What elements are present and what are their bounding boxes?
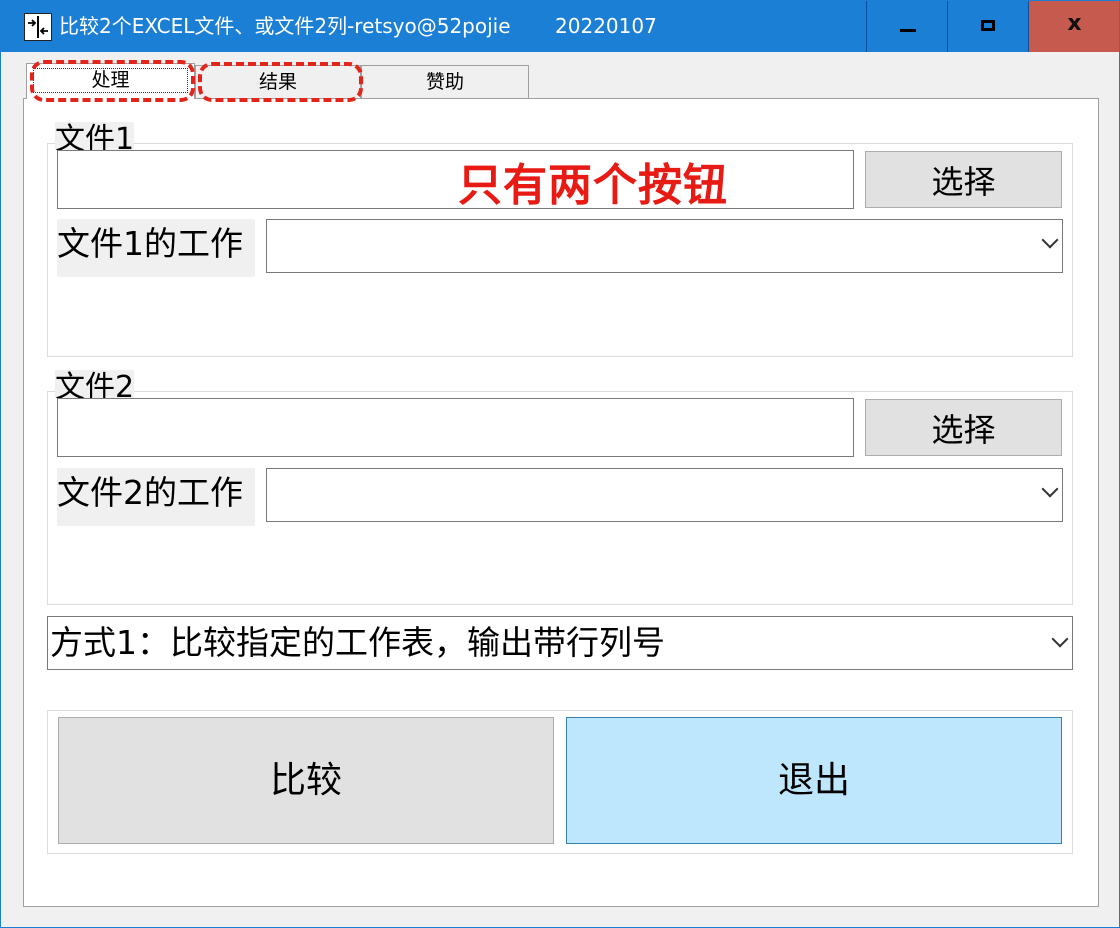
file2-sheet-label: 文件2的工作表 xyxy=(57,468,255,526)
window-title: 比较2个EXCEL文件、或文件2列-retsyo@52pojie 2022010… xyxy=(59,14,657,38)
chevron-down-icon xyxy=(1051,630,1069,648)
app-window: 比较2个EXCEL文件、或文件2列-retsyo@52pojie 2022010… xyxy=(0,0,1120,928)
close-button[interactable]: x xyxy=(1028,1,1119,52)
file1-sheet-label: 文件1的工作表 xyxy=(57,219,255,277)
compare-mode-select[interactable]: 方式1：比较指定的工作表，输出带行列号 xyxy=(47,616,1073,670)
chevron-down-icon xyxy=(1041,480,1059,498)
file1-select-button[interactable]: 选择 xyxy=(865,151,1062,208)
maximize-button[interactable] xyxy=(947,1,1028,52)
file1-path-input[interactable] xyxy=(57,150,854,209)
close-icon: x xyxy=(1067,11,1082,36)
minimize-icon xyxy=(900,29,916,32)
file1-group-label: 文件1 xyxy=(55,122,135,150)
tab-result-label: 结果 xyxy=(258,71,297,93)
tab-focus-ring xyxy=(33,68,188,93)
tab-process[interactable]: 处理 xyxy=(26,63,195,99)
maximize-icon xyxy=(981,20,995,31)
file2-sheet-select[interactable] xyxy=(266,468,1063,522)
minimize-button[interactable] xyxy=(866,1,947,52)
compare-button[interactable]: 比较 xyxy=(58,717,554,844)
file2-path-input[interactable] xyxy=(57,398,854,457)
file2-group-label: 文件2 xyxy=(55,370,135,398)
tab-sponsor-label: 赞助 xyxy=(425,71,464,93)
exit-button[interactable]: 退出 xyxy=(566,717,1062,844)
title-bar[interactable]: 比较2个EXCEL文件、或文件2列-retsyo@52pojie 2022010… xyxy=(1,1,1119,52)
annotation-text: 只有两个按钮 xyxy=(458,160,728,211)
chevron-down-icon xyxy=(1041,231,1059,249)
file2-select-button[interactable]: 选择 xyxy=(865,399,1062,456)
tab-result[interactable]: 结果 xyxy=(195,65,361,98)
compare-mode-value: 方式1：比较指定的工作表，输出带行列号 xyxy=(50,623,665,662)
file1-sheet-select[interactable] xyxy=(266,219,1063,273)
tab-sponsor[interactable]: 赞助 xyxy=(361,65,529,98)
compare-app-icon xyxy=(24,13,52,41)
